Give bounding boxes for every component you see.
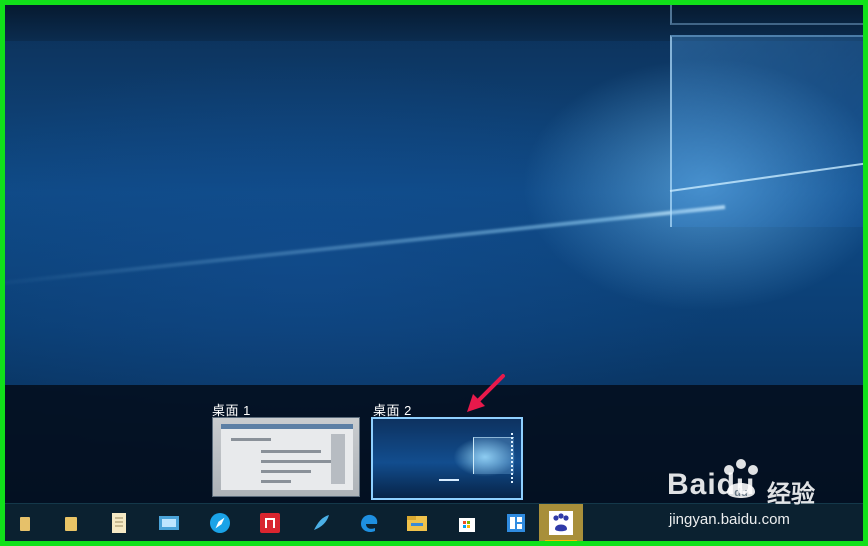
baidu-paw-icon[interactable] [539,504,583,541]
store-icon[interactable] [445,504,489,541]
screenshot-frame: 桌面 1 桌面 2 du Baidu 经验 jingyan.baidu.com [0,0,868,546]
preview-icons [511,433,515,483]
wallpaper-window-top [670,5,863,25]
edge-icon[interactable] [347,504,391,541]
folder-icon[interactable] [5,504,49,541]
taskbar [5,503,863,541]
wallpaper-window-pane [670,35,863,227]
desktop-2-preview-window [473,437,514,474]
preview-line [231,438,271,441]
desktop-1-thumbnail[interactable] [212,417,360,497]
red-arrow-icon [467,374,505,412]
screen-app-icon[interactable] [147,504,191,541]
preview-line [261,450,321,453]
file-explorer-icon[interactable] [395,504,439,541]
blue-app-icon[interactable] [494,504,538,541]
notepad-icon[interactable] [97,504,141,541]
preview-text [439,479,459,481]
desktop-1-preview [221,424,353,490]
preview-line [261,460,331,463]
desktop-2-thumbnail[interactable] [371,417,523,500]
feather-icon[interactable] [299,504,343,541]
preview-line [261,470,311,473]
preview-line [261,480,291,483]
preview-toolbar [221,424,353,429]
browser-compass-icon[interactable] [198,504,242,541]
red-app-icon[interactable] [248,504,292,541]
wallpaper-light-beam [5,205,726,289]
preview-sidebar [331,434,345,484]
folder-icon[interactable] [49,504,93,541]
